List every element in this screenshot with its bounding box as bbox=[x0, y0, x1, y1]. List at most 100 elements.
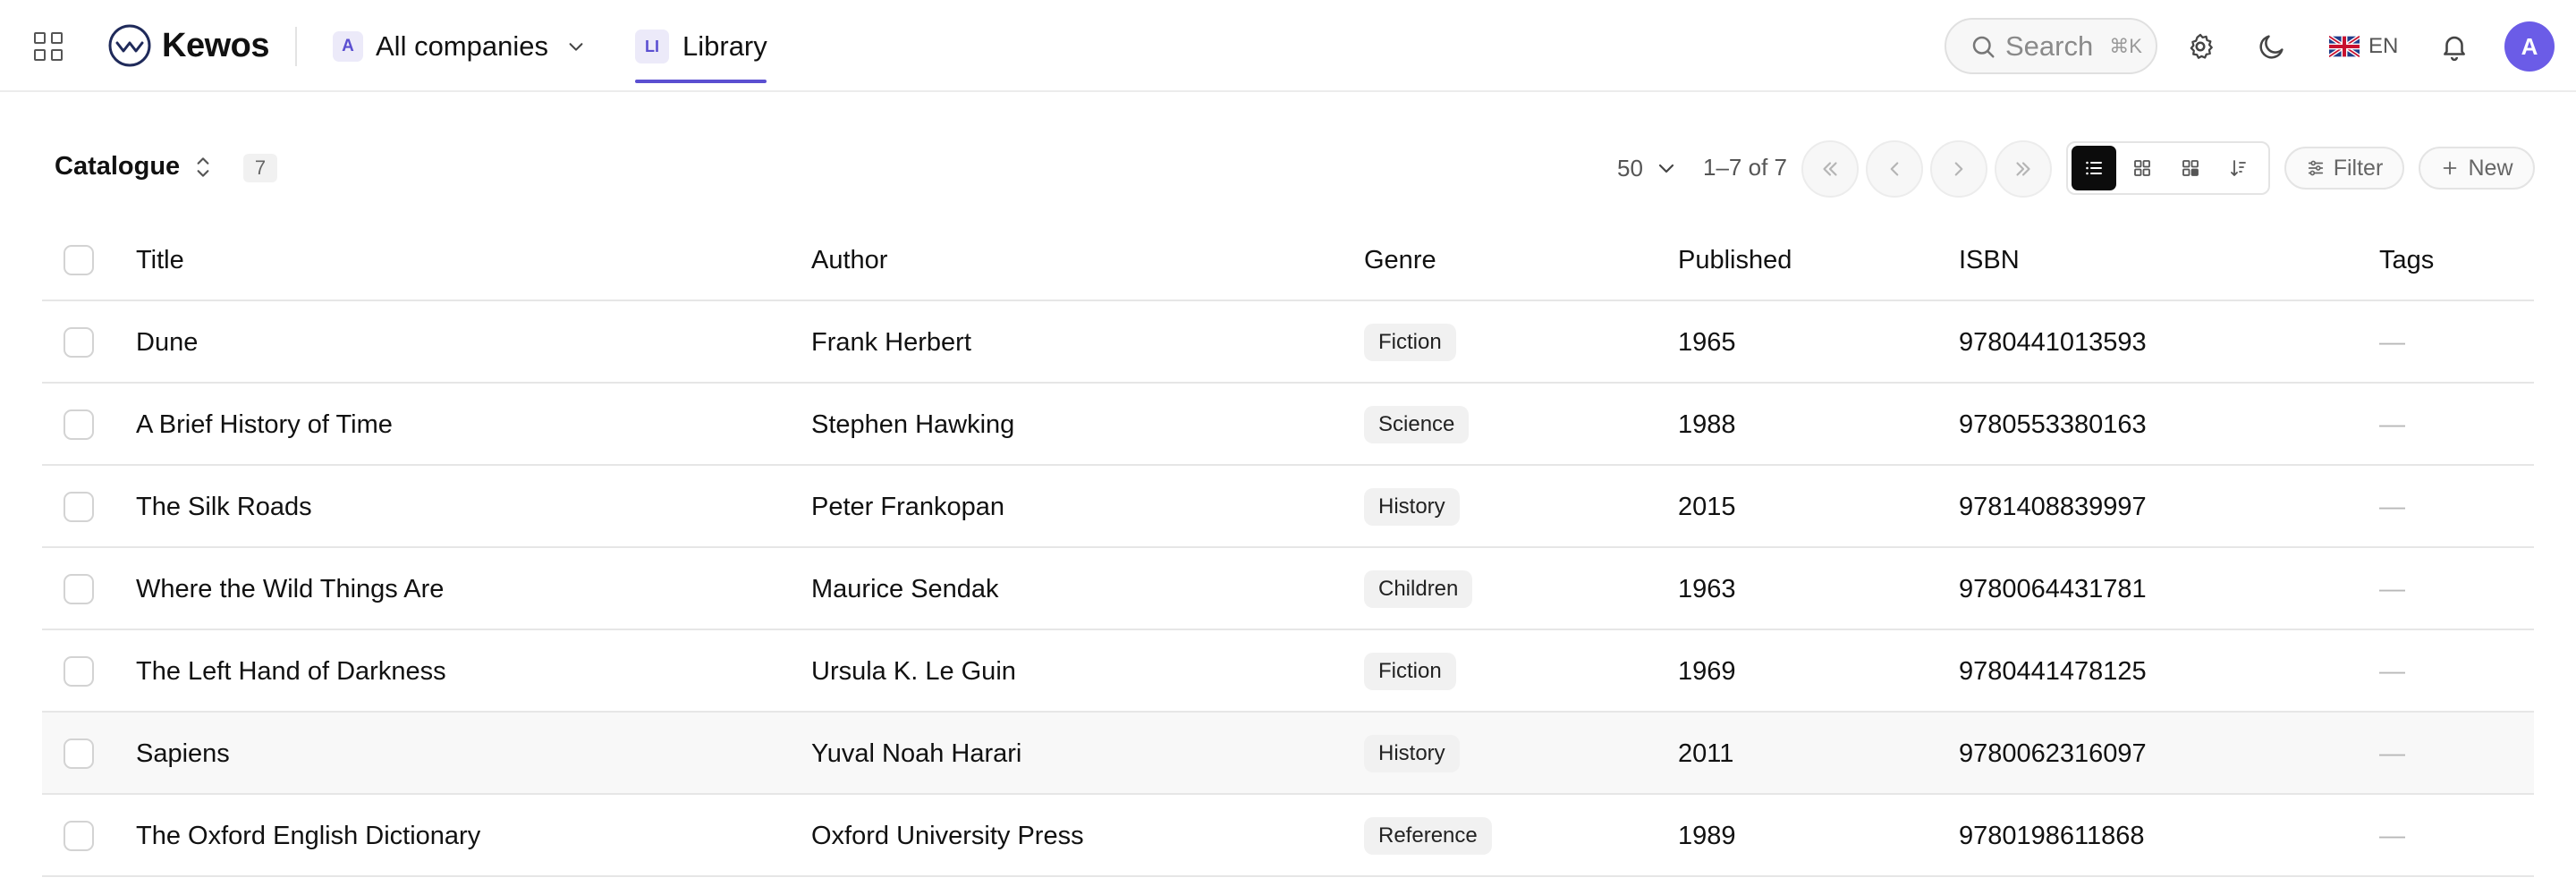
grid-view-button[interactable] bbox=[2120, 146, 2165, 190]
table-row[interactable]: A Brief History of Time Stephen Hawking … bbox=[42, 384, 2534, 466]
grid-icon bbox=[2134, 160, 2150, 176]
chevron-up-down-icon[interactable] bbox=[191, 154, 215, 181]
row-checkbox[interactable] bbox=[64, 327, 94, 358]
title-cell: Sapiens bbox=[136, 738, 230, 768]
column-header-title[interactable]: Title bbox=[136, 219, 184, 301]
genre-badge: Science bbox=[1364, 406, 1470, 443]
title-cell: The Silk Roads bbox=[136, 492, 312, 521]
genre-cell: Science bbox=[1364, 384, 1470, 466]
tags-cell: — bbox=[2379, 466, 2405, 548]
genre-cell: Fiction bbox=[1364, 301, 1456, 384]
filter-label: Filter bbox=[2333, 155, 2384, 181]
tags-empty: — bbox=[2379, 656, 2405, 686]
chevrons-left-icon bbox=[1823, 162, 1837, 176]
column-header-genre[interactable]: Genre bbox=[1364, 219, 1436, 301]
tags-cell: — bbox=[2379, 548, 2405, 630]
title-cell: Dune bbox=[136, 327, 199, 357]
bell-icon bbox=[2444, 36, 2465, 62]
chevron-right-icon bbox=[1954, 162, 1963, 176]
row-select-cell bbox=[64, 713, 94, 795]
genre-cell: Reference bbox=[1364, 795, 1492, 877]
select-all-checkbox[interactable] bbox=[64, 245, 94, 275]
isbn-cell: 9780553380163 bbox=[1959, 409, 2147, 439]
company-badge: A bbox=[333, 31, 363, 62]
sliders-icon bbox=[2308, 160, 2323, 176]
search-placeholder: Search bbox=[2005, 30, 2094, 62]
row-checkbox[interactable] bbox=[64, 738, 94, 769]
company-selector[interactable]: A All companies bbox=[333, 21, 586, 72]
app-name: Kewos bbox=[162, 27, 269, 64]
row-select-cell bbox=[64, 795, 94, 877]
column-header-author[interactable]: Author bbox=[811, 219, 887, 301]
chevron-down-icon bbox=[569, 43, 583, 51]
genre-cell: Fiction bbox=[1364, 630, 1456, 713]
theme-toggle-button[interactable] bbox=[2250, 25, 2293, 68]
gallery-icon bbox=[2182, 160, 2199, 176]
company-label: All companies bbox=[376, 30, 548, 62]
new-label: New bbox=[2468, 155, 2513, 181]
table-row[interactable]: The Left Hand of Darkness Ursula K. Le G… bbox=[42, 630, 2534, 713]
previous-page-button[interactable] bbox=[1866, 140, 1923, 198]
author-cell: Frank Herbert bbox=[811, 327, 971, 357]
author-cell: Maurice Sendak bbox=[811, 574, 999, 603]
per-page-select[interactable]: 50 bbox=[1617, 150, 1677, 186]
tags-empty: — bbox=[2379, 821, 2405, 850]
tags-empty: — bbox=[2379, 492, 2405, 521]
tags-cell: — bbox=[2379, 713, 2405, 795]
language-selector[interactable]: EN bbox=[2329, 29, 2398, 64]
new-record-button[interactable]: New bbox=[2419, 147, 2535, 190]
published-cell: 2011 bbox=[1678, 738, 1734, 768]
apps-grid-icon[interactable] bbox=[34, 32, 63, 61]
row-checkbox[interactable] bbox=[64, 409, 94, 440]
tags-empty: — bbox=[2379, 409, 2405, 439]
notifications-button[interactable] bbox=[2433, 25, 2476, 68]
row-checkbox[interactable] bbox=[64, 821, 94, 851]
pagination-info: 1–7 of 7 bbox=[1703, 154, 1787, 181]
settings-button[interactable] bbox=[2179, 25, 2222, 68]
isbn-cell: 9780062316097 bbox=[1959, 738, 2147, 768]
isbn-cell: 9780198611868 bbox=[1959, 821, 2145, 850]
table-row[interactable]: Where the Wild Things Are Maurice Sendak… bbox=[42, 548, 2534, 630]
user-avatar[interactable]: A bbox=[2504, 21, 2555, 72]
author-cell: Ursula K. Le Guin bbox=[811, 656, 1016, 686]
author-cell: Yuval Noah Harari bbox=[811, 738, 1022, 768]
first-page-button[interactable] bbox=[1801, 140, 1859, 198]
column-header-tags[interactable]: Tags bbox=[2379, 219, 2434, 301]
top-bar: Kewos A All companies LI Library Search … bbox=[0, 0, 2576, 92]
language-code: EN bbox=[2368, 34, 2399, 58]
filter-button[interactable]: Filter bbox=[2284, 147, 2404, 190]
table-row[interactable]: The Oxford English Dictionary Oxford Uni… bbox=[42, 795, 2534, 877]
chevron-down-icon bbox=[1658, 164, 1674, 173]
author-cell: Oxford University Press bbox=[811, 821, 1084, 850]
row-checkbox[interactable] bbox=[64, 656, 94, 687]
column-header-published[interactable]: Published bbox=[1678, 219, 1792, 301]
sort-icon bbox=[2231, 160, 2246, 176]
table-row[interactable]: Sapiens Yuval Noah Harari History 2011 9… bbox=[42, 713, 2534, 795]
genre-badge: Children bbox=[1364, 570, 1473, 608]
view-switcher bbox=[2066, 141, 2270, 195]
search-button[interactable]: Search ⌘K bbox=[1945, 18, 2157, 74]
sort-button[interactable] bbox=[2216, 146, 2261, 190]
row-checkbox[interactable] bbox=[64, 492, 94, 522]
row-checkbox[interactable] bbox=[64, 574, 94, 604]
title-cell: Where the Wild Things Are bbox=[136, 574, 445, 603]
genre-badge: Reference bbox=[1364, 817, 1492, 855]
list-view-button[interactable] bbox=[2072, 146, 2116, 190]
next-page-button[interactable] bbox=[1930, 140, 1987, 198]
isbn-cell: 9780064431781 bbox=[1959, 574, 2147, 603]
table-row[interactable]: The Silk Roads Peter Frankopan History 2… bbox=[42, 466, 2534, 548]
author-cell: Stephen Hawking bbox=[811, 409, 1015, 439]
gallery-view-button[interactable] bbox=[2168, 146, 2213, 190]
isbn-cell: 9780441013593 bbox=[1959, 327, 2147, 357]
published-cell: 2015 bbox=[1678, 492, 1736, 521]
last-page-button[interactable] bbox=[1995, 140, 2052, 198]
tab-library[interactable]: LI Library bbox=[635, 21, 767, 72]
tags-cell: — bbox=[2379, 630, 2405, 713]
uk-flag-icon bbox=[2329, 36, 2360, 57]
tags-cell: — bbox=[2379, 384, 2405, 466]
genre-badge: History bbox=[1364, 735, 1460, 772]
column-header-isbn[interactable]: ISBN bbox=[1959, 219, 2020, 301]
table-row[interactable]: Dune Frank Herbert Fiction 1965 97804410… bbox=[42, 301, 2534, 384]
row-select-cell bbox=[64, 384, 94, 466]
table-header-row: Title Author Genre Published ISBN Tags bbox=[42, 219, 2534, 301]
